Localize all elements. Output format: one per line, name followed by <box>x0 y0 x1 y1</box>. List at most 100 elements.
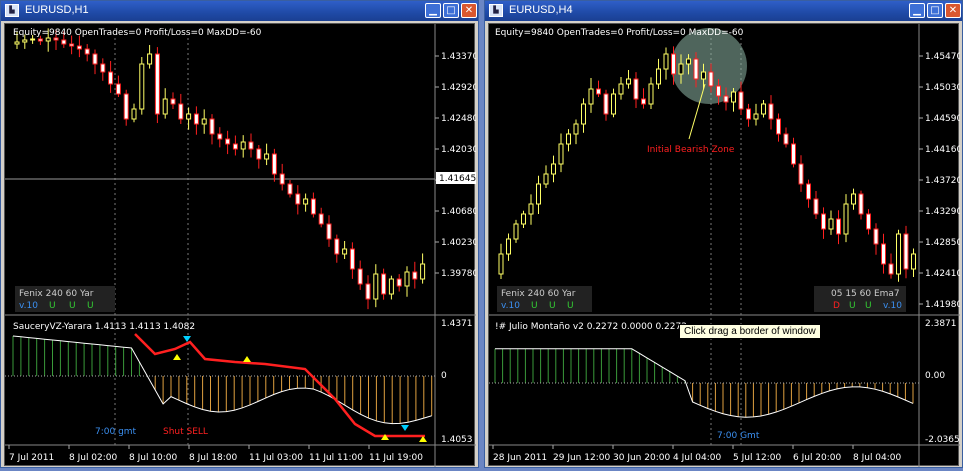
price-tick-label: 1.40680 <box>441 207 476 217</box>
chart-canvas[interactable]: 1.45470 1.45030 1.44590 1.44160 1.43720 1.432… <box>489 24 962 467</box>
bear-candle <box>716 85 721 97</box>
time-tick-label: 5 Jul 12:00 <box>733 453 782 463</box>
bull-candle <box>678 63 684 75</box>
bear-candle <box>813 198 819 215</box>
window-title: EURUSD,H4 <box>509 4 573 16</box>
bear-candle <box>693 58 699 80</box>
bull-candle <box>551 163 556 175</box>
bull-candle <box>264 153 270 160</box>
bear-candle <box>178 103 184 120</box>
bear-candle <box>123 93 129 120</box>
ema-box-title: 05 15 60 Ema7 <box>831 289 900 299</box>
sub-tick-label: 1.4371 <box>441 319 473 329</box>
minimize-button[interactable]: ▁ <box>909 3 925 18</box>
bull-candle <box>896 233 901 275</box>
title-bar[interactable]: ▙ EURUSD,H4 ▁ □ ✕ <box>485 1 962 21</box>
time-tick-label: 8 Jul 04:00 <box>853 453 902 463</box>
up-arrow-icon <box>243 356 251 362</box>
bull-candle <box>843 203 849 235</box>
shut-sell-annotation: Shut SELL <box>163 427 208 437</box>
chart-window-h1[interactable]: ▙ EURUSD,H1 ▁ □ ✕ 1.43370 1.42920 1.42480 1… <box>0 0 479 468</box>
bear-candle <box>170 98 176 105</box>
bull-candle <box>588 88 594 105</box>
chart-window-h4[interactable]: ▙ EURUSD,H4 ▁ □ ✕ 1.45470 1.45030 1.44590 1… <box>484 0 963 468</box>
maximize-button[interactable]: □ <box>927 3 943 18</box>
signal-d: D <box>833 301 840 311</box>
bull-candle <box>558 143 564 165</box>
up-arrow-icon <box>173 354 181 360</box>
close-button[interactable]: ✕ <box>461 3 477 18</box>
bearish-zone-label: Initial Bearish Zone <box>647 145 735 155</box>
signal-u-1: U <box>531 301 538 311</box>
time-tick-label: 4 Jul 04:00 <box>673 453 722 463</box>
bear-candle <box>84 48 90 55</box>
ema-version: v.10 <box>883 301 902 311</box>
time-tick-label: 8 Jul 18:00 <box>189 453 238 463</box>
price-tick-label: 1.41980 <box>925 300 960 310</box>
close-button[interactable]: ✕ <box>945 3 961 18</box>
bull-candle <box>663 53 669 70</box>
bear-candle <box>671 53 676 75</box>
indicator-version: v.10 <box>501 301 520 311</box>
bull-candle <box>581 103 586 125</box>
bull-candle <box>573 123 579 135</box>
bear-candle <box>76 45 82 50</box>
bull-candle <box>240 141 246 150</box>
bear-candle <box>873 228 879 245</box>
bull-candle <box>543 173 549 185</box>
time-tick-label: 8 Jul 10:00 <box>129 453 178 463</box>
chart-header: Equity=9840 OpenTrades=0 Profit/Loss=0 M… <box>495 28 744 38</box>
bull-candle <box>45 37 51 42</box>
bear-candle <box>791 143 796 165</box>
maximize-button[interactable]: □ <box>443 3 459 18</box>
bear-candle <box>310 198 316 215</box>
gmt-annotation: 7:00 gmt <box>95 427 137 437</box>
bull-candle <box>513 223 519 240</box>
title-bar[interactable]: ▙ EURUSD,H1 ▁ □ ✕ <box>1 1 478 21</box>
bear-candle <box>209 118 215 135</box>
bear-candle <box>903 233 909 270</box>
bull-candle <box>618 83 624 95</box>
bear-candle <box>641 98 646 105</box>
bull-candle <box>22 39 28 43</box>
sub-tick-label: 0 <box>441 371 447 381</box>
bear-candle <box>279 173 285 185</box>
bull-candle <box>30 38 36 41</box>
bear-candle <box>326 223 332 240</box>
bear-candle <box>69 43 75 47</box>
signal-u-3: U <box>567 301 574 311</box>
price-tick-label: 1.42030 <box>441 145 476 155</box>
indicator-box-title: Fenix 240 60 Yar <box>501 289 576 299</box>
chart-canvas[interactable]: 1.433701.429201.424801.420301.411301.406… <box>5 24 478 467</box>
time-tick-label: 8 Jul 02:00 <box>69 453 118 463</box>
price-chart-area[interactable]: 1.45470 1.45030 1.44590 1.44160 1.43720 1.432… <box>488 23 962 467</box>
price-tick-label: 1.40230 <box>441 238 476 248</box>
indicator-box-title: Fenix 240 60 Yar <box>19 289 94 299</box>
bull-candle <box>536 183 541 205</box>
bull-candle <box>131 108 137 120</box>
bear-candle <box>836 218 841 235</box>
bear-candle <box>858 193 864 215</box>
bull-candle <box>566 133 571 145</box>
time-tick-label: 30 Jun 20:00 <box>613 453 670 463</box>
price-tick-label: 1.42920 <box>441 83 476 93</box>
bear-candle <box>334 238 340 255</box>
minimize-button[interactable]: ▁ <box>425 3 441 18</box>
time-tick-label: 29 Jun 12:00 <box>553 453 610 463</box>
bear-candle <box>603 93 609 115</box>
price-tick-label: 1.42850 <box>925 238 960 248</box>
price-tick-label: 1.44590 <box>925 114 960 124</box>
bear-candle <box>248 141 254 150</box>
price-tick-label: 1.43720 <box>925 176 960 186</box>
signal-u-2: U <box>549 301 556 311</box>
bear-candle <box>232 143 238 150</box>
bear-candle <box>295 193 301 205</box>
bear-candle <box>217 133 223 140</box>
bull-candle <box>851 193 856 205</box>
bear-candle <box>318 213 324 225</box>
bear-candle <box>783 133 789 145</box>
bear-candle <box>798 163 804 185</box>
bull-candle <box>201 118 207 125</box>
bull-candle <box>186 113 192 120</box>
price-chart-area[interactable]: 1.433701.429201.424801.420301.411301.406… <box>4 23 478 467</box>
